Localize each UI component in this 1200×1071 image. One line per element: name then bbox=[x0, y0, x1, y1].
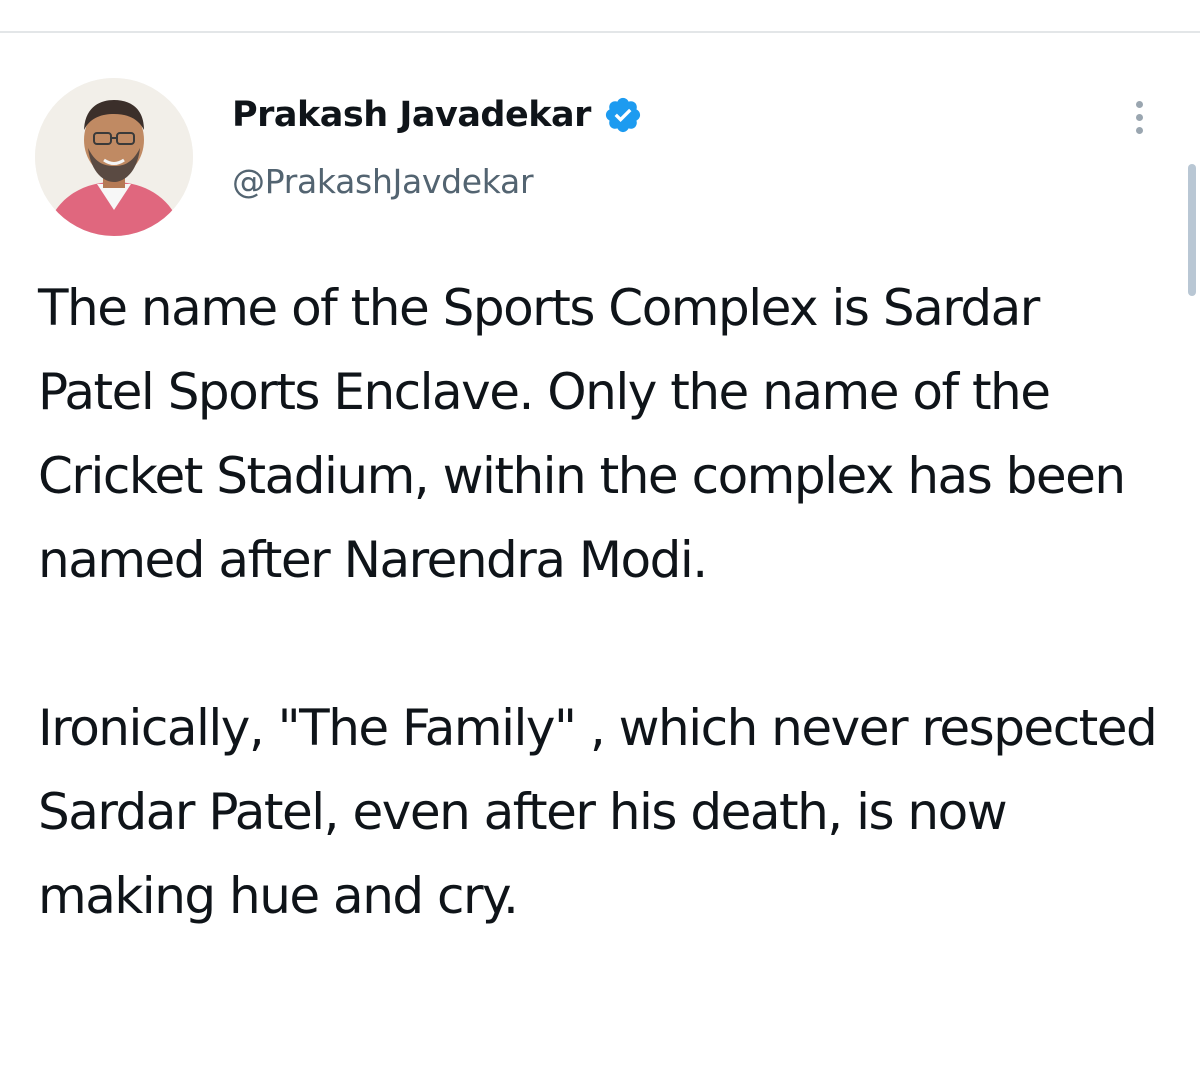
more-options-icon[interactable] bbox=[1120, 93, 1158, 141]
tweet-author: Prakash Javadekar @PrakashJavdekar bbox=[232, 91, 643, 201]
tweet-paragraph-1: The name of the Sports Complex is Sardar… bbox=[38, 279, 1126, 589]
author-name-row: Prakash Javadekar bbox=[232, 91, 643, 139]
verified-badge-icon bbox=[603, 95, 643, 135]
more-dot bbox=[1135, 113, 1143, 121]
more-dot bbox=[1135, 100, 1143, 108]
profile-avatar[interactable] bbox=[35, 78, 193, 236]
scrollbar-thumb[interactable] bbox=[1188, 164, 1196, 296]
tweet-text: The name of the Sports Complex is Sardar… bbox=[38, 266, 1168, 938]
author-handle[interactable]: @PrakashJavdekar bbox=[232, 162, 643, 201]
avatar-image bbox=[35, 78, 193, 236]
tweet: Prakash Javadekar @PrakashJavdekar The n… bbox=[0, 33, 1200, 1071]
tweet-paragraph-2: Ironically, "The Family" , which never r… bbox=[38, 699, 1158, 925]
author-display-name[interactable]: Prakash Javadekar bbox=[232, 95, 591, 135]
more-dot bbox=[1135, 126, 1143, 134]
